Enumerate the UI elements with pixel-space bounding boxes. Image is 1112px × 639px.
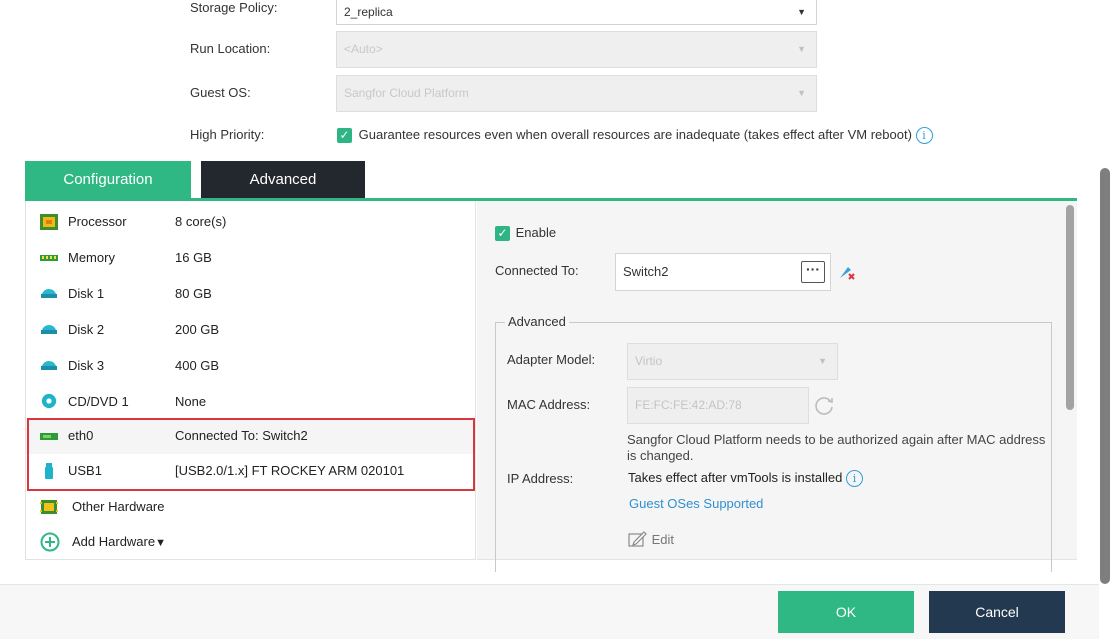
- hardware-value: 200 GB: [175, 322, 220, 337]
- edit-icon: [628, 531, 647, 547]
- run-location-label: Run Location:: [190, 41, 271, 56]
- connected-to-value: Switch2: [623, 264, 669, 279]
- hardware-name: CD/DVD 1: [68, 394, 129, 409]
- tab-configuration[interactable]: Configuration: [25, 161, 191, 199]
- hardware-row-memory[interactable]: Memory 16 GB: [26, 240, 475, 276]
- run-location-select: <Auto> ▼: [336, 31, 817, 68]
- high-priority-text: Guarantee resources even when overall re…: [358, 127, 912, 142]
- adapter-model-label: Adapter Model:: [507, 352, 596, 367]
- mac-address-field: FE:FC:FE:42:AD:78: [627, 387, 809, 424]
- mac-address-value: FE:FC:FE:42:AD:78: [635, 398, 742, 412]
- storage-policy-select[interactable]: 2_replica ▼: [336, 0, 817, 25]
- guest-oses-supported-link[interactable]: Guest OSes Supported: [629, 496, 763, 511]
- panel-scrollbar[interactable]: [1066, 205, 1074, 410]
- chevron-down-icon: ▼: [797, 7, 806, 17]
- hardware-name: Disk 2: [68, 322, 105, 337]
- cdrom-icon: [41, 393, 57, 409]
- add-circle-icon: [40, 532, 60, 552]
- adapter-model-value: Virtio: [635, 354, 663, 368]
- enable-row: ✓ Enable: [495, 225, 557, 242]
- disconnect-icon[interactable]: [838, 263, 856, 281]
- high-priority-row: ✓ Guarantee resources even when overall …: [337, 127, 933, 145]
- ip-address-label: IP Address:: [507, 471, 574, 486]
- mac-change-note: Sangfor Cloud Platform needs to be autho…: [627, 432, 1046, 463]
- hardware-row-disk-1[interactable]: Disk 1 80 GB: [26, 276, 475, 312]
- guest-os-value: Sangfor Cloud Platform: [344, 86, 469, 100]
- guest-os-select: Sangfor Cloud Platform ▼: [336, 75, 817, 112]
- hardware-name: Disk 3: [68, 358, 105, 373]
- tab-advanced[interactable]: Advanced: [201, 161, 365, 199]
- enable-checkbox[interactable]: ✓: [495, 226, 510, 242]
- disk-icon: [41, 289, 57, 298]
- memory-icon: [40, 255, 58, 261]
- browse-icon[interactable]: ···: [801, 261, 825, 283]
- hardware-value: 400 GB: [175, 358, 220, 373]
- refresh-icon[interactable]: [813, 394, 835, 416]
- mac-address-label: MAC Address:: [507, 397, 591, 412]
- connected-to-label: Connected To:: [495, 263, 579, 278]
- high-priority-checkbox[interactable]: ✓: [337, 128, 352, 144]
- dialog-scrollbar[interactable]: [1100, 168, 1110, 584]
- cancel-button[interactable]: Cancel: [929, 591, 1065, 633]
- chevron-down-icon: ▼: [797, 44, 806, 54]
- enable-label: Enable: [515, 225, 557, 240]
- hardware-name: Processor: [68, 214, 127, 229]
- high-priority-label: High Priority:: [190, 127, 265, 142]
- ip-note: Takes effect after vmTools is installed: [628, 470, 843, 485]
- ip-note-row: Takes effect after vmTools is installed …: [628, 470, 863, 488]
- selection-highlight: [27, 418, 475, 491]
- other-hardware-label: Other Hardware: [72, 499, 165, 514]
- advanced-legend: Advanced: [505, 314, 569, 329]
- adapter-model-select: Virtio ▼: [627, 343, 838, 380]
- hardware-value: 80 GB: [175, 286, 212, 301]
- info-icon[interactable]: i: [915, 127, 933, 145]
- other-hardware-row[interactable]: Other Hardware: [26, 489, 475, 525]
- processor-icon: [40, 214, 58, 230]
- hardware-value: 8 core(s): [175, 214, 227, 229]
- hardware-name: Disk 1: [68, 286, 105, 301]
- edit-label: Edit: [651, 532, 675, 547]
- info-icon[interactable]: i: [845, 470, 863, 488]
- connected-to-field[interactable]: Switch2 ···: [615, 253, 831, 291]
- run-location-value: <Auto>: [344, 42, 383, 56]
- disk-icon: [41, 325, 57, 334]
- edit-button[interactable]: Edit: [628, 531, 674, 547]
- hardware-row-processor[interactable]: Processor 8 core(s): [26, 204, 475, 240]
- dropdown-arrow-icon: ▼: [155, 537, 166, 549]
- add-hardware-label: Add Hardware▼: [72, 534, 166, 549]
- guest-os-label: Guest OS:: [190, 85, 251, 100]
- hardware-name: Memory: [68, 250, 115, 265]
- hardware-list: Processor 8 core(s) Memory 16 GB Disk 1 …: [25, 201, 476, 560]
- chevron-down-icon: ▼: [797, 88, 806, 98]
- hardware-value: 16 GB: [175, 250, 212, 265]
- hardware-value: None: [175, 394, 207, 409]
- other-hardware-icon: [40, 500, 58, 514]
- chevron-down-icon: ▼: [818, 356, 827, 366]
- ok-button[interactable]: OK: [778, 591, 914, 633]
- hardware-row-cd-dvd-1[interactable]: CD/DVD 1 None: [26, 384, 475, 420]
- hardware-row-disk-3[interactable]: Disk 3 400 GB: [26, 348, 475, 384]
- add-hardware-button[interactable]: Add Hardware▼: [26, 524, 475, 560]
- storage-policy-label: Storage Policy:: [190, 0, 278, 15]
- hardware-row-disk-2[interactable]: Disk 2 200 GB: [26, 312, 475, 348]
- storage-policy-value: 2_replica: [344, 5, 393, 19]
- disk-icon: [41, 361, 57, 370]
